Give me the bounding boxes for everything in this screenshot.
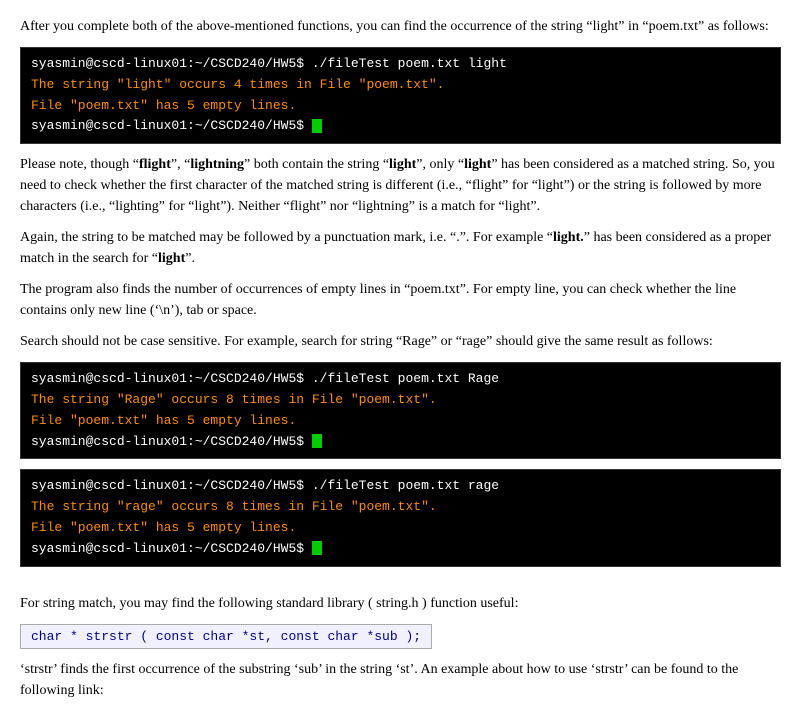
terminal-2-line4: syasmin@cscd-linux01:~/CSCD240/HW5$ bbox=[31, 432, 770, 453]
terminal-1-line2: The string "light" occurs 4 times in Fil… bbox=[31, 75, 770, 96]
code-snippet: char * strstr ( const char *st, const ch… bbox=[20, 624, 781, 659]
cursor-2 bbox=[312, 434, 322, 448]
terminal-3-line4: syasmin@cscd-linux01:~/CSCD240/HW5$ bbox=[31, 539, 770, 560]
terminal-1-line3: File "poem.txt" has 5 empty lines. bbox=[31, 96, 770, 117]
terminal-3-line1: syasmin@cscd-linux01:~/CSCD240/HW5$ ./fi… bbox=[31, 476, 770, 497]
terminal-1: syasmin@cscd-linux01:~/CSCD240/HW5$ ./fi… bbox=[20, 47, 781, 144]
cursor-3 bbox=[312, 541, 322, 555]
paragraph-2: Again, the string to be matched may be f… bbox=[20, 227, 781, 269]
terminal-2-line2: The string "Rage" occurs 8 times in File… bbox=[31, 390, 770, 411]
terminal-1-line1: syasmin@cscd-linux01:~/CSCD240/HW5$ ./fi… bbox=[31, 54, 770, 75]
terminal-2-line3: File "poem.txt" has 5 empty lines. bbox=[31, 411, 770, 432]
paragraph-3: The program also finds the number of occ… bbox=[20, 279, 781, 321]
terminal-3: syasmin@cscd-linux01:~/CSCD240/HW5$ ./fi… bbox=[20, 469, 781, 566]
paragraph-5: For string match, you may find the follo… bbox=[20, 593, 781, 614]
terminal-2: syasmin@cscd-linux01:~/CSCD240/HW5$ ./fi… bbox=[20, 362, 781, 459]
paragraph-4: Search should not be case sensitive. For… bbox=[20, 331, 781, 352]
terminal-3-line3: File "poem.txt" has 5 empty lines. bbox=[31, 518, 770, 539]
paragraph-1: Please note, though “flight”, “lightning… bbox=[20, 154, 781, 217]
terminal-2-line1: syasmin@cscd-linux01:~/CSCD240/HW5$ ./fi… bbox=[31, 369, 770, 390]
terminal-3-line2: The string "rage" occurs 8 times in File… bbox=[31, 497, 770, 518]
paragraph-6: ‘strstr’ finds the first occurrence of t… bbox=[20, 659, 781, 701]
cursor-1 bbox=[312, 119, 322, 133]
intro-paragraph: After you complete both of the above-men… bbox=[20, 16, 781, 37]
terminal-1-line4: syasmin@cscd-linux01:~/CSCD240/HW5$ bbox=[31, 116, 770, 137]
